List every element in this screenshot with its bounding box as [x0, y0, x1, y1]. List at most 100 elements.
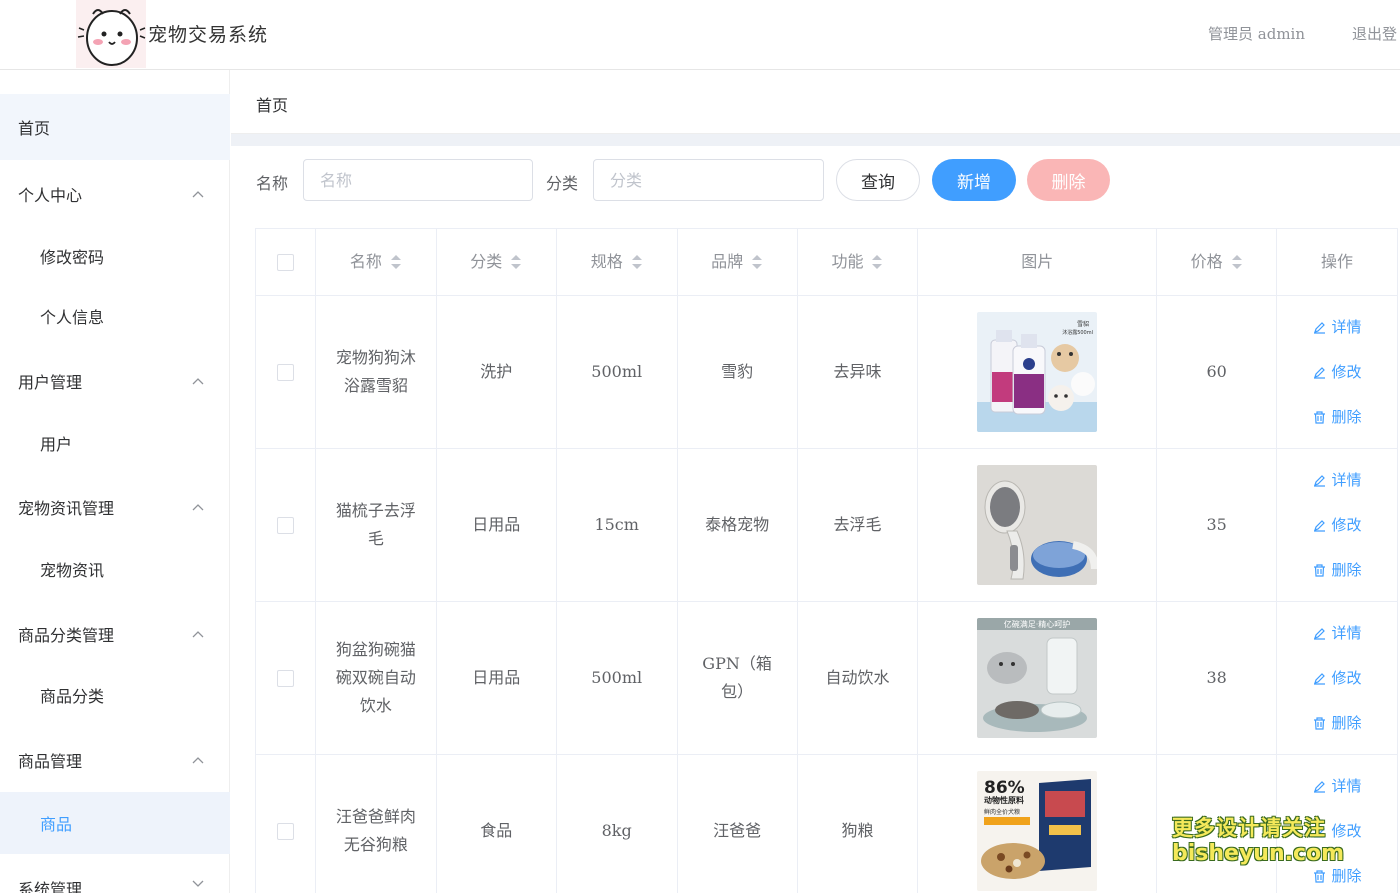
- top-header: 宠物交易系统 管理员 admin 退出登: [0, 0, 1400, 70]
- chevron-up-icon: [192, 504, 204, 511]
- chevron-down-icon: [192, 880, 204, 887]
- edit-icon: [1313, 780, 1325, 793]
- delete-label: 删除: [1331, 561, 1362, 579]
- sort-icon: [752, 255, 763, 269]
- cell-spec: 8kg: [557, 755, 678, 893]
- header-name[interactable]: 名称: [316, 229, 437, 295]
- sidebar-group-category-management[interactable]: 商品分类管理: [0, 602, 230, 666]
- product-image-shampoo[interactable]: 雪貂 沐浴露500ml: [977, 312, 1098, 432]
- header-brand[interactable]: 品牌: [678, 229, 798, 295]
- sidebar-item-label: 宠物资讯管理: [18, 499, 115, 518]
- header-price[interactable]: 价格: [1157, 229, 1278, 295]
- edit-icon: [1313, 519, 1325, 532]
- content-gap: [231, 134, 1400, 146]
- add-button[interactable]: 新增: [932, 159, 1016, 201]
- query-button[interactable]: 查询: [836, 159, 920, 201]
- sidebar-group-pet-news-management[interactable]: 宠物资讯管理: [0, 475, 230, 539]
- select-all-checkbox[interactable]: [276, 253, 294, 271]
- delete-button[interactable]: 删除: [1313, 556, 1362, 584]
- cell-name: 猫梳子去浮毛: [316, 449, 437, 601]
- chevron-up-icon: [192, 191, 204, 198]
- detail-button[interactable]: 详情: [1313, 313, 1362, 341]
- logout-link[interactable]: 退出登: [1352, 23, 1397, 44]
- row-checkbox[interactable]: [276, 516, 294, 534]
- delete-button[interactable]: 删除: [1313, 709, 1362, 737]
- cell-price: 38: [1157, 602, 1278, 754]
- edit-button[interactable]: 修改: [1313, 358, 1362, 386]
- row-checkbox[interactable]: [276, 669, 294, 687]
- header-function[interactable]: 功能: [798, 229, 919, 295]
- sort-icon: [511, 255, 522, 269]
- column-header-label: 名称: [349, 252, 382, 271]
- row-checkbox[interactable]: [276, 363, 294, 381]
- cell-spec: 500ml: [557, 296, 678, 448]
- edit-button[interactable]: 修改: [1313, 664, 1362, 692]
- breadcrumb-home[interactable]: 首页: [256, 92, 288, 116]
- edit-icon: [1313, 672, 1325, 685]
- cell-price: 35: [1157, 449, 1278, 601]
- sidebar-group-system-management[interactable]: 系统管理: [0, 854, 230, 893]
- column-header-label: 规格: [590, 252, 623, 271]
- header-spec[interactable]: 规格: [557, 229, 678, 295]
- column-header-label: 品牌: [711, 252, 744, 271]
- sidebar-item-categories[interactable]: 商品分类: [0, 663, 230, 727]
- cell-function: 狗粮: [798, 755, 919, 893]
- watermark: 更多设计请关注 bisheyun.com: [1172, 815, 1344, 867]
- edit-icon: [1313, 474, 1325, 487]
- sidebar-item-change-password[interactable]: 修改密码: [0, 224, 230, 288]
- sidebar-item-users[interactable]: 用户: [0, 411, 230, 475]
- sort-icon: [390, 255, 401, 269]
- sidebar-item-label: 商品分类管理: [18, 626, 115, 645]
- sidebar-item-label: 用户: [40, 435, 73, 454]
- product-table: 名称 分类 规格 品牌 功能 图片 价格 操作 宠物狗狗沐浴露雪貂 洗护 500…: [255, 228, 1398, 893]
- detail-button[interactable]: 详情: [1313, 619, 1362, 647]
- header-category[interactable]: 分类: [437, 229, 557, 295]
- column-header-label: 分类: [470, 252, 503, 271]
- edit-label: 修改: [1331, 516, 1362, 534]
- header-image: 图片: [918, 229, 1158, 295]
- sidebar-item-label: 用户管理: [18, 373, 83, 392]
- cell-image: [918, 449, 1158, 601]
- detail-label: 详情: [1331, 318, 1362, 336]
- cell-image: 雪貂 沐浴露500ml: [918, 296, 1158, 448]
- product-image-dog-food[interactable]: 86% 动物性原料 鲜肉全价犬粮: [977, 771, 1098, 891]
- detail-button[interactable]: 详情: [1313, 772, 1362, 800]
- sidebar-item-personal-info[interactable]: 个人信息: [0, 284, 230, 348]
- sidebar-item-label: 个人信息: [40, 308, 105, 327]
- delete-label: 删除: [1331, 714, 1362, 732]
- sidebar-item-products[interactable]: 商品: [0, 792, 230, 854]
- row-checkbox[interactable]: [276, 822, 294, 840]
- sort-icon: [1231, 255, 1242, 269]
- edit-button[interactable]: 修改: [1313, 511, 1362, 539]
- table-row: 猫梳子去浮毛 日用品 15cm 泰格宠物 去浮毛 35 详情 修改 删除: [256, 449, 1398, 602]
- edit-icon: [1313, 366, 1325, 379]
- sidebar-group-user-management[interactable]: 用户管理: [0, 349, 230, 413]
- product-image-bowl[interactable]: 亿碗满足·精心呵护: [977, 618, 1098, 738]
- sidebar-item-label: 首页: [18, 119, 51, 138]
- product-image-comb[interactable]: [977, 465, 1098, 585]
- sidebar-item-home[interactable]: 首页: [0, 94, 230, 160]
- edit-icon: [1313, 627, 1325, 640]
- cell-function: 自动饮水: [798, 602, 919, 754]
- trash-icon: [1313, 410, 1325, 424]
- breadcrumb: 首页: [231, 70, 1400, 134]
- sidebar-group-product-management[interactable]: 商品管理: [0, 728, 230, 792]
- row-select-cell: [256, 449, 316, 601]
- sidebar-item-pet-news[interactable]: 宠物资讯: [0, 537, 230, 601]
- cell-brand: 汪爸爸: [678, 755, 798, 893]
- column-header-label: 价格: [1190, 252, 1223, 271]
- column-header-label: 图片: [1021, 252, 1054, 271]
- admin-label: 管理员 admin: [1208, 25, 1305, 43]
- category-search-input[interactable]: [593, 159, 824, 201]
- sidebar-menu: 首页 个人中心 修改密码 个人信息 用户管理 用户 宠物资讯管理 宠物资讯 商品…: [0, 70, 230, 893]
- cell-price: 60: [1157, 296, 1278, 448]
- row-select-cell: [256, 755, 316, 893]
- name-search-input[interactable]: [303, 159, 533, 201]
- delete-button[interactable]: 删除: [1313, 403, 1362, 431]
- sidebar-group-personal-center[interactable]: 个人中心: [0, 162, 230, 226]
- detail-button[interactable]: 详情: [1313, 466, 1362, 494]
- cell-brand: 雪豹: [678, 296, 798, 448]
- sidebar-item-label: 系统管理: [18, 880, 83, 893]
- row-select-cell: [256, 602, 316, 754]
- batch-delete-button[interactable]: 删除: [1027, 159, 1110, 201]
